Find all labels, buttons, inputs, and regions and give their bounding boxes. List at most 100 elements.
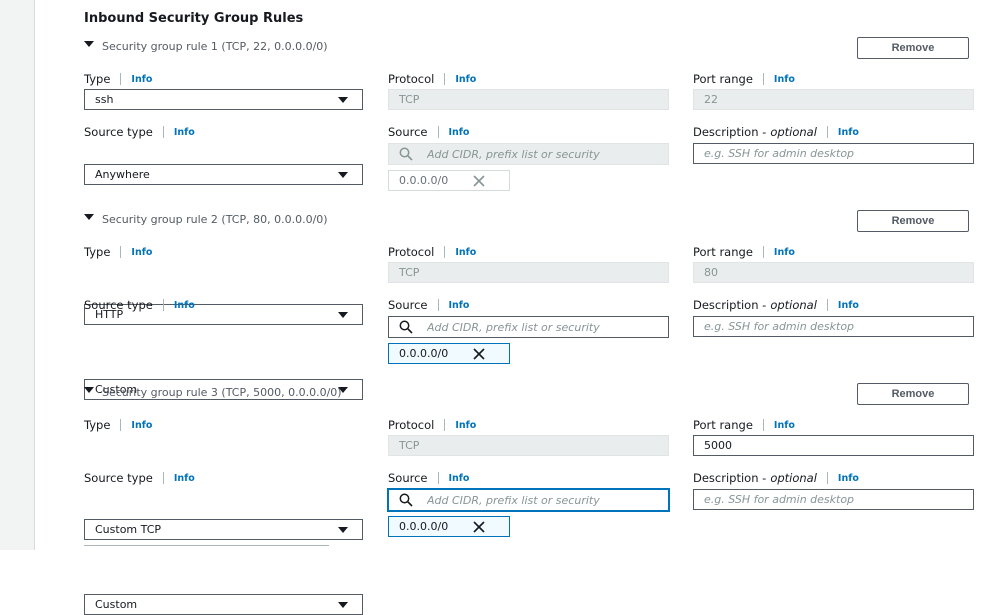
source-type-label-text: Source type bbox=[84, 471, 153, 485]
dropdown-arrow-icon bbox=[338, 172, 348, 178]
rule-1-source-search-input[interactable]: Add CIDR, prefix list or security bbox=[388, 143, 669, 165]
source-label-text: Source bbox=[388, 125, 428, 139]
rule-3-protocol-value: TCP bbox=[399, 439, 420, 452]
rule-3-description-input[interactable]: e.g. SSH for admin desktop bbox=[693, 489, 974, 510]
rule-3-source-placeholder: Add CIDR, prefix list or security bbox=[427, 493, 600, 507]
rule-1-description-input[interactable]: e.g. SSH for admin desktop bbox=[693, 143, 974, 164]
remove-rule-2-button[interactable]: Remove bbox=[857, 210, 969, 232]
protocol-label-text: Protocol bbox=[388, 72, 435, 86]
rule-2-port-range-field: 80 bbox=[693, 262, 974, 283]
rule-3-port-range-input[interactable]: 5000 bbox=[693, 435, 974, 456]
rule-3-description-placeholder: e.g. SSH for admin desktop bbox=[704, 493, 855, 506]
protocol-info-link[interactable]: Info bbox=[455, 74, 476, 85]
type-label-text: Type bbox=[84, 418, 111, 432]
caret-down-icon[interactable] bbox=[84, 213, 94, 220]
source-label: Source Info bbox=[388, 298, 469, 312]
caret-down-icon[interactable] bbox=[84, 40, 94, 47]
left-divider bbox=[34, 0, 35, 550]
section-title: Inbound Security Group Rules bbox=[84, 11, 304, 26]
rule-3-source-search-input[interactable]: Add CIDR, prefix list or security bbox=[388, 489, 669, 511]
rule-1-port-range-field: 22 bbox=[693, 89, 974, 110]
type-label-text: Type bbox=[84, 72, 111, 86]
type-info-link[interactable]: Info bbox=[131, 247, 152, 258]
optional-text: optional bbox=[770, 125, 817, 139]
rule-3-header[interactable]: Security group rule 3 (TCP, 5000, 0.0.0.… bbox=[84, 386, 342, 399]
remove-rule-1-button[interactable]: Remove bbox=[857, 37, 969, 59]
port-range-info-link[interactable]: Info bbox=[774, 420, 795, 431]
source-type-label-text: Source type bbox=[84, 125, 153, 139]
rule-3-type-value: Custom TCP bbox=[95, 523, 162, 536]
port-range-label: Port range Info bbox=[693, 245, 795, 259]
rule-3-type-select[interactable]: Custom TCP bbox=[84, 519, 363, 540]
source-info-link[interactable]: Info bbox=[449, 127, 470, 138]
caret-down-icon[interactable] bbox=[84, 386, 94, 393]
protocol-info-link[interactable]: Info bbox=[455, 420, 476, 431]
left-gutter bbox=[0, 0, 34, 550]
protocol-label: Protocol Info bbox=[388, 245, 476, 259]
type-info-link[interactable]: Info bbox=[131, 420, 152, 431]
rule-2-cidr-token-text: 0.0.0.0/0 bbox=[399, 347, 449, 360]
rule-2-source-search-input[interactable]: Add CIDR, prefix list or security bbox=[388, 316, 669, 338]
type-info-link[interactable]: Info bbox=[131, 74, 152, 85]
rule-3-source-type-select[interactable]: Custom bbox=[84, 594, 363, 615]
source-label-text: Source bbox=[388, 298, 428, 312]
rule-1-type-select[interactable]: ssh bbox=[84, 89, 363, 110]
rule-2-description-placeholder: e.g. SSH for admin desktop bbox=[704, 320, 855, 333]
source-label-text: Source bbox=[388, 471, 428, 485]
close-icon[interactable] bbox=[473, 174, 485, 187]
source-type-label: Source type Info bbox=[84, 125, 195, 139]
rule-2-header[interactable]: Security group rule 2 (TCP, 80, 0.0.0.0/… bbox=[84, 213, 328, 226]
dropdown-arrow-icon bbox=[338, 527, 348, 533]
rule-2-header-text: Security group rule 2 (TCP, 80, 0.0.0.0/… bbox=[102, 213, 328, 226]
source-label: Source Info bbox=[388, 125, 469, 139]
port-range-label-text: Port range bbox=[693, 245, 753, 259]
add-rule-button-edge[interactable] bbox=[84, 545, 329, 551]
source-type-label-text: Source type bbox=[84, 298, 153, 312]
type-label: Type Info bbox=[84, 418, 152, 432]
source-type-info-link[interactable]: Info bbox=[174, 300, 195, 311]
rule-1-protocol-value: TCP bbox=[399, 93, 420, 106]
rule-3-cidr-token: 0.0.0.0/0 bbox=[388, 516, 510, 537]
rule-2-source-placeholder: Add CIDR, prefix list or security bbox=[427, 320, 600, 334]
protocol-label-text: Protocol bbox=[388, 245, 435, 259]
protocol-label: Protocol Info bbox=[388, 418, 476, 432]
rule-1-cidr-token-text: 0.0.0.0/0 bbox=[399, 174, 449, 187]
optional-text: optional bbox=[770, 471, 817, 485]
description-info-link[interactable]: Info bbox=[838, 473, 859, 484]
description-label: Description - optional Info bbox=[693, 298, 859, 312]
protocol-label: Protocol Info bbox=[388, 72, 476, 86]
source-type-info-link[interactable]: Info bbox=[174, 473, 195, 484]
rule-2-description-input[interactable]: e.g. SSH for admin desktop bbox=[693, 316, 974, 337]
search-icon bbox=[399, 147, 413, 161]
source-type-label: Source type Info bbox=[84, 471, 195, 485]
description-label-text: Description - bbox=[693, 125, 767, 139]
port-range-label: Port range Info bbox=[693, 418, 795, 432]
protocol-info-link[interactable]: Info bbox=[455, 247, 476, 258]
rule-2-protocol-field: TCP bbox=[388, 262, 669, 283]
description-info-link[interactable]: Info bbox=[838, 300, 859, 311]
type-label-text: Type bbox=[84, 245, 111, 259]
search-icon bbox=[399, 493, 413, 507]
rule-3-protocol-field: TCP bbox=[388, 435, 669, 456]
description-label: Description - optional Info bbox=[693, 471, 859, 485]
source-info-link[interactable]: Info bbox=[449, 473, 470, 484]
remove-rule-3-button[interactable]: Remove bbox=[857, 383, 969, 405]
dropdown-arrow-icon bbox=[338, 312, 348, 318]
rule-1-source-type-select[interactable]: Anywhere bbox=[84, 164, 363, 185]
search-icon bbox=[399, 320, 413, 334]
rule-3-cidr-token-text: 0.0.0.0/0 bbox=[399, 520, 449, 533]
source-info-link[interactable]: Info bbox=[449, 300, 470, 311]
port-range-label: Port range Info bbox=[693, 72, 795, 86]
port-range-info-link[interactable]: Info bbox=[774, 74, 795, 85]
source-type-info-link[interactable]: Info bbox=[174, 127, 195, 138]
dropdown-arrow-icon bbox=[338, 97, 348, 103]
description-info-link[interactable]: Info bbox=[838, 127, 859, 138]
close-icon[interactable] bbox=[473, 347, 485, 360]
port-range-info-link[interactable]: Info bbox=[774, 247, 795, 258]
close-icon[interactable] bbox=[473, 520, 485, 533]
optional-text: optional bbox=[770, 298, 817, 312]
type-label: Type Info bbox=[84, 72, 152, 86]
description-label: Description - optional Info bbox=[693, 125, 859, 139]
port-range-label-text: Port range bbox=[693, 418, 753, 432]
rule-1-header[interactable]: Security group rule 1 (TCP, 22, 0.0.0.0/… bbox=[84, 40, 328, 53]
